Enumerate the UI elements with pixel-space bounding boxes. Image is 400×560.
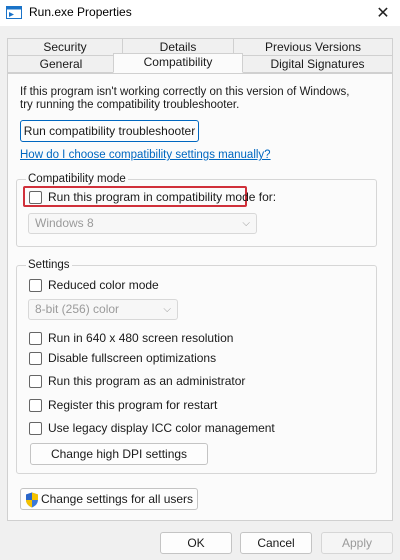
tab-digital-signatures[interactable]: Digital Signatures (242, 55, 393, 73)
close-button[interactable]: ✕ (366, 0, 400, 26)
compat-mode-checkbox[interactable] (29, 190, 42, 204)
ok-button[interactable]: OK (160, 532, 232, 554)
option-row-640x480[interactable]: Run in 640 x 480 screen resolution (29, 329, 233, 347)
change-all-users-button[interactable]: Change settings for all users (20, 488, 198, 510)
run-troubleshooter-button[interactable]: Run compatibility troubleshooter (20, 120, 199, 142)
tab-security[interactable]: Security (7, 38, 123, 56)
compat-mode-checkbox-row[interactable]: Run this program in compatibility mode f… (29, 188, 276, 206)
option-label: Disable fullscreen optimizations (48, 351, 217, 365)
compat-mode-checkbox-label: Run this program in compatibility mode f… (48, 190, 277, 204)
option-label: Register this program for restart (48, 398, 218, 412)
tab-compatibility[interactable]: Compatibility (113, 53, 243, 73)
option-row-admin[interactable]: Run this program as an administrator (29, 372, 245, 390)
tab-general[interactable]: General (7, 55, 115, 73)
close-icon: ✕ (376, 5, 390, 22)
option-label: Use legacy display ICC color management (48, 421, 275, 435)
option-checkbox[interactable] (29, 331, 42, 345)
apply-button[interactable]: Apply (321, 532, 393, 554)
option-row-fullscreen[interactable]: Disable fullscreen optimizations (29, 349, 216, 367)
reduced-color-row[interactable]: Reduced color mode (29, 276, 159, 294)
compat-mode-select-value: Windows 8 (35, 216, 94, 230)
app-window-icon (6, 6, 22, 19)
color-mode-select[interactable]: 8-bit (256) color ⌵ (28, 299, 178, 320)
chevron-down-icon: ⌵ (242, 218, 250, 229)
reduced-color-checkbox[interactable] (29, 278, 42, 292)
option-checkbox[interactable] (29, 374, 42, 388)
compatibility-mode-label: Compatibility mode (26, 173, 128, 185)
option-checkbox[interactable] (29, 398, 42, 412)
option-label: Run this program as an administrator (48, 374, 246, 388)
option-row-icc[interactable]: Use legacy display ICC color management (29, 419, 275, 437)
uac-shield-icon (25, 492, 38, 508)
color-mode-select-value: 8-bit (256) color (35, 302, 120, 316)
tab-strip: Security Details Previous Versions Gener… (0, 36, 400, 76)
settings-group-label: Settings (26, 259, 72, 271)
reduced-color-label: Reduced color mode (48, 278, 159, 292)
change-dpi-button[interactable]: Change high DPI settings (30, 443, 208, 465)
tab-previous-versions[interactable]: Previous Versions (233, 38, 393, 56)
manual-settings-link[interactable]: How do I choose compatibility settings m… (20, 149, 271, 161)
change-all-users-label: Change settings for all users (40, 492, 194, 506)
option-checkbox[interactable] (29, 421, 42, 435)
window-title: Run.exe Properties (29, 5, 132, 19)
cancel-button[interactable]: Cancel (240, 532, 312, 554)
intro-text: If this program isn't working correctly … (20, 86, 350, 111)
option-label: Run in 640 x 480 screen resolution (48, 331, 234, 345)
chevron-down-icon: ⌵ (163, 304, 171, 315)
title-bar: Run.exe Properties ✕ (0, 0, 400, 26)
option-checkbox[interactable] (29, 351, 42, 365)
compat-mode-select[interactable]: Windows 8 ⌵ (28, 213, 257, 234)
option-row-restart[interactable]: Register this program for restart (29, 396, 217, 414)
